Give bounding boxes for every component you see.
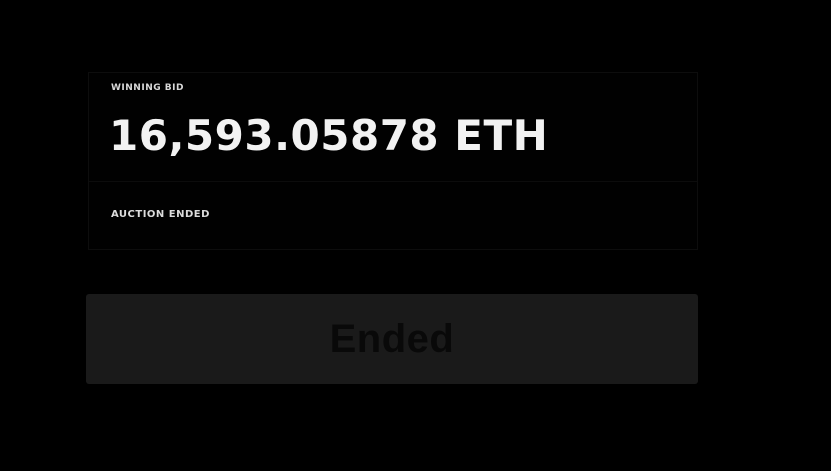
ended-button[interactable]: Ended [86, 294, 698, 384]
winning-bid-panel: WINNING BID 16,593.05878 ETH AUCTION END… [88, 72, 698, 250]
winning-bid-amount: 16,593.05878 ETH [109, 111, 549, 160]
auction-status-text: AUCTION ENDED [111, 209, 210, 220]
panel-divider [89, 181, 697, 182]
winning-bid-label: WINNING BID [111, 83, 184, 93]
ended-button-label: Ended [329, 316, 455, 361]
auction-page: WINNING BID 16,593.05878 ETH AUCTION END… [0, 0, 831, 471]
